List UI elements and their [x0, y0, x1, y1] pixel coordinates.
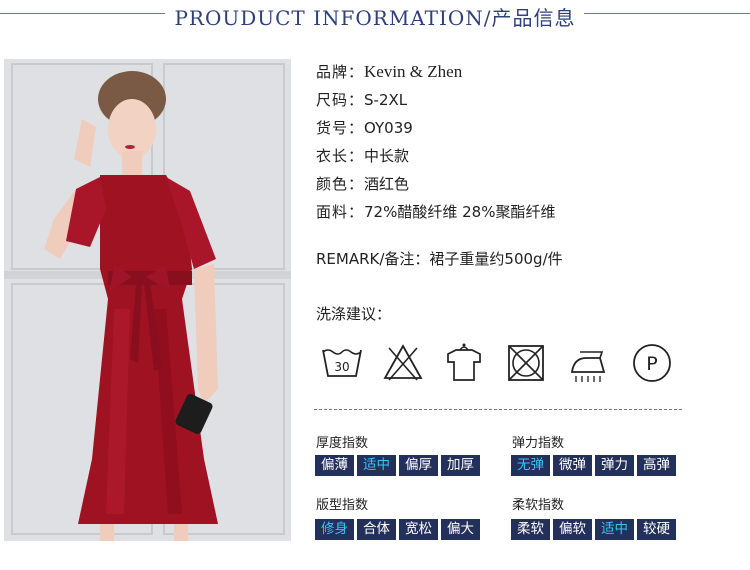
- spec-brand: 品牌：Kevin & Zhen: [316, 62, 463, 81]
- iron-icon: [566, 342, 610, 384]
- index-option: 宽松: [399, 519, 438, 540]
- spec-material: 面料：72%醋酸纤维 28%聚酯纤维: [316, 203, 556, 221]
- fit-index-title: 版型指数: [316, 498, 369, 513]
- do-not-tumble-dry-icon: [504, 342, 548, 384]
- index-option: 弹力: [595, 455, 634, 476]
- remark: REMARK/备注：裙子重量约500g/件: [316, 248, 563, 269]
- softness-index-title: 柔软指数: [512, 498, 565, 513]
- index-option: 适中: [595, 519, 634, 540]
- divider: [314, 409, 682, 410]
- thickness-index-scale: 偏薄 适中 偏厚 加厚: [315, 455, 480, 476]
- spec-color: 颜色：酒红色: [316, 175, 410, 193]
- index-option: 偏薄: [315, 455, 354, 476]
- index-option: 合体: [357, 519, 396, 540]
- fit-index-scale: 修身 合体 宽松 偏大: [315, 519, 480, 540]
- index-option: 偏厚: [399, 455, 438, 476]
- professional-dry-clean-p-icon: P: [630, 342, 674, 384]
- elasticity-index-title: 弹力指数: [512, 436, 565, 451]
- index-option: 加厚: [441, 455, 480, 476]
- wash-30-icon: 30: [320, 342, 364, 384]
- spec-length: 衣长：中长款: [316, 147, 410, 165]
- product-photo: [4, 59, 291, 541]
- index-option: 柔软: [511, 519, 550, 540]
- index-option: 较硬: [637, 519, 676, 540]
- page-title: PROUDUCT INFORMATION/产品信息: [174, 6, 576, 30]
- softness-index-scale: 柔软 偏软 适中 较硬: [511, 519, 676, 540]
- index-option: 偏大: [441, 519, 480, 540]
- header-rule-right: [584, 13, 750, 14]
- hang-dry-icon: [442, 342, 486, 384]
- index-option: 高弹: [637, 455, 676, 476]
- elasticity-index-scale: 无弹 微弹 弹力 高弹: [511, 455, 676, 476]
- index-option: 微弹: [553, 455, 592, 476]
- index-option: 无弹: [511, 455, 550, 476]
- spec-item-number: 货号：OY039: [316, 119, 413, 137]
- remark-label: REMARK/备注：: [316, 250, 430, 268]
- dryclean-letter: P: [646, 353, 657, 375]
- washing-label: 洗涤建议：: [316, 305, 392, 323]
- wash-temp-label: 30: [334, 360, 349, 374]
- index-option: 偏软: [553, 519, 592, 540]
- thickness-index-title: 厚度指数: [316, 436, 369, 451]
- spec-size: 尺码：S-2XL: [316, 91, 408, 109]
- remark-value: 裙子重量约500g/件: [429, 250, 563, 268]
- do-not-bleach-icon: [381, 342, 425, 384]
- index-option: 适中: [357, 455, 396, 476]
- index-option: 修身: [315, 519, 354, 540]
